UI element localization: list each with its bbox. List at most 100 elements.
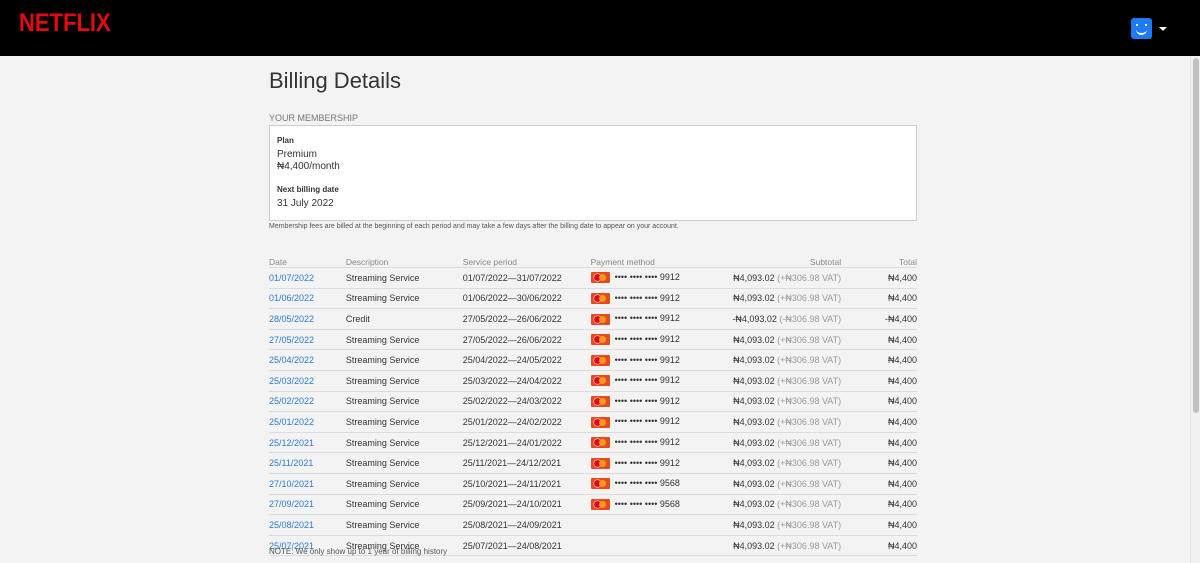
billing-date-link[interactable]: 27/10/2021 — [269, 479, 314, 489]
vat-amount: (+₦306.98 VAT) — [777, 478, 842, 489]
billing-date-link[interactable]: 25/04/2022 — [269, 355, 314, 365]
subtotal-amount: ₦4,093.02 — [733, 458, 775, 469]
description-cell: Streaming Service — [345, 369, 463, 392]
billing-date-link[interactable]: 25/01/2022 — [269, 417, 314, 427]
vat-amount: (+₦306.98 VAT) — [777, 458, 842, 469]
service-period-cell: 25/01/2022—24/02/2022 — [462, 411, 591, 433]
total-cell: ₦4,400 — [841, 349, 917, 371]
payment-method-cell: •••• •••• •••• 9912 — [590, 308, 733, 330]
service-period-cell: 25/10/2021—24/11/2021 — [462, 472, 591, 495]
card-number: •••• •••• •••• 9912 — [614, 457, 680, 468]
table-row: 25/08/2021 Streaming Service 25/08/2021—24… — [269, 514, 917, 536]
table-header-row: Date Description Service period Payment … — [269, 256, 917, 268]
service-period-cell: 27/05/2022—26/06/2022 — [462, 328, 591, 350]
card-number: •••• •••• •••• 9912 — [614, 272, 680, 283]
card-number: •••• •••• •••• 9568 — [614, 498, 680, 509]
description-cell: Streaming Service — [345, 267, 463, 289]
service-period-cell: 01/06/2022—30/06/2022 — [462, 287, 591, 309]
billing-date-link[interactable]: 27/09/2021 — [269, 499, 314, 509]
service-period-cell: 25/02/2022—24/03/2022 — [462, 390, 591, 412]
billing-date-link[interactable]: 25/12/2021 — [269, 438, 314, 448]
description-cell: Streaming Service — [345, 514, 463, 536]
description-cell: Streaming Service — [345, 493, 463, 515]
billing-date-link[interactable]: 25/03/2022 — [269, 376, 314, 386]
subtotal-cell: ₦4,093.02 (+₦306.98 VAT) — [732, 411, 842, 433]
total-cell: ₦4,400 — [841, 390, 917, 412]
card-number: •••• •••• •••• 9912 — [614, 416, 680, 427]
table-row: 25/02/2022 Streaming Service 25/02/2022—24… — [269, 390, 917, 412]
subtotal-cell: ₦4,093.02 (+₦306.98 VAT) — [732, 390, 842, 412]
description-cell: Streaming Service — [345, 472, 463, 495]
mastercard-icon — [590, 375, 610, 387]
smiley-profile-icon[interactable] — [1131, 18, 1152, 39]
netflix-logo[interactable]: NETFLIX — [19, 8, 111, 38]
payment-method-cell — [590, 514, 733, 536]
table-row: 25/01/2022 Streaming Service 25/01/2022—24… — [269, 411, 917, 433]
service-period-cell: 25/04/2022—24/05/2022 — [462, 349, 591, 371]
top-navigation-bar: NETFLIX — [0, 0, 1200, 56]
subtotal-amount: ₦4,093.02 — [733, 355, 775, 366]
billing-date-link[interactable]: 01/07/2022 — [269, 273, 314, 283]
payment-method-cell: •••• •••• •••• 9912 — [590, 328, 733, 350]
total-cell: ₦4,400 — [841, 431, 917, 453]
payment-method-cell: •••• •••• •••• 9912 — [590, 452, 733, 474]
subtotal-cell: ₦4,093.02 (+₦306.98 VAT) — [732, 287, 842, 309]
payment-method-cell: •••• •••• •••• 9912 — [590, 267, 733, 289]
description-cell: Streaming Service — [345, 431, 463, 453]
service-period-cell: 25/09/2021—24/10/2021 — [462, 493, 591, 515]
vat-amount: (+₦306.98 VAT) — [777, 499, 842, 510]
service-period-cell: 25/12/2021—24/01/2022 — [462, 431, 591, 453]
billing-date-link[interactable]: 25/11/2021 — [269, 458, 313, 468]
vertical-scrollbar[interactable] — [1190, 56, 1200, 563]
subtotal-cell: ₦4,093.02 (+₦306.98 VAT) — [732, 534, 842, 557]
subtotal-cell: ₦4,093.02 (+₦306.98 VAT) — [732, 452, 842, 474]
subtotal-cell: ₦4,093.02 (+₦306.98 VAT) — [732, 369, 842, 392]
service-period-cell: 25/08/2021—24/09/2021 — [462, 514, 591, 536]
card-number: •••• •••• •••• 9912 — [614, 292, 680, 303]
table-row: 27/05/2022 Streaming Service 27/05/2022—26… — [269, 328, 917, 350]
table-row: 27/09/2021 Streaming Service 25/09/2021—24… — [269, 493, 917, 515]
column-header-subtotal: Subtotal — [809, 257, 842, 267]
next-billing-date: 31 July 2022 — [277, 198, 334, 209]
footer-note: NOTE: We only show up to 1 year of billi… — [269, 547, 448, 556]
table-row: 01/06/2022 Streaming Service 01/06/2022—30… — [269, 287, 917, 309]
column-header-payment-method: Payment method — [590, 257, 655, 267]
plan-price: ₦4,400/month — [277, 161, 340, 172]
service-period-cell: 27/05/2022—26/06/2022 — [462, 308, 591, 330]
mastercard-icon — [590, 334, 610, 346]
service-period-cell: 25/03/2022—24/04/2022 — [462, 369, 591, 392]
vat-amount: (+₦306.98 VAT) — [777, 355, 842, 366]
subtotal-amount: ₦4,093.02 — [733, 437, 775, 448]
mastercard-icon — [590, 395, 610, 407]
table-row: 25/03/2022 Streaming Service 25/03/2022—24… — [269, 369, 917, 392]
payment-method-cell: •••• •••• •••• 9912 — [590, 390, 733, 412]
payment-method-cell: •••• •••• •••• 9912 — [590, 411, 733, 433]
subtotal-amount: ₦4,093.02 — [733, 293, 775, 304]
vat-amount: (+₦306.98 VAT) — [777, 437, 842, 448]
billing-date-link[interactable]: 27/05/2022 — [269, 335, 314, 345]
payment-method-cell — [590, 534, 733, 557]
subtotal-cell: ₦4,093.02 (+₦306.98 VAT) — [732, 493, 842, 515]
subtotal-amount: ₦4,093.02 — [733, 375, 775, 386]
mastercard-icon — [590, 292, 610, 304]
billing-date-link[interactable]: 25/08/2021 — [269, 520, 314, 530]
service-period-cell: 25/11/2021—24/12/2021 — [462, 452, 591, 474]
vat-amount: (+₦306.98 VAT) — [777, 293, 842, 304]
total-cell: ₦4,400 — [841, 287, 917, 309]
billing-date-link[interactable]: 01/06/2022 — [269, 293, 314, 303]
card-number: •••• •••• •••• 9912 — [614, 334, 680, 345]
total-cell: ₦4,400 — [841, 267, 917, 289]
total-cell: -₦4,400 — [841, 308, 917, 330]
payment-method-cell: •••• •••• •••• 9912 — [590, 349, 733, 371]
subtotal-cell: ₦4,093.02 (+₦306.98 VAT) — [732, 267, 842, 289]
next-billing-label: Next billing date — [277, 185, 339, 194]
billing-date-link[interactable]: 28/05/2022 — [269, 314, 314, 324]
billing-date-link[interactable]: 25/02/2022 — [269, 396, 314, 406]
plan-label: Plan — [277, 136, 294, 145]
column-header-date: Date — [269, 257, 287, 267]
scrollbar-thumb[interactable] — [1193, 58, 1199, 413]
description-cell: Streaming Service — [345, 390, 463, 412]
service-period-cell: 25/07/2021—24/08/2021 — [462, 534, 591, 557]
caret-down-icon[interactable] — [1159, 27, 1167, 31]
subtotal-cell: ₦4,093.02 (+₦306.98 VAT) — [732, 349, 842, 371]
